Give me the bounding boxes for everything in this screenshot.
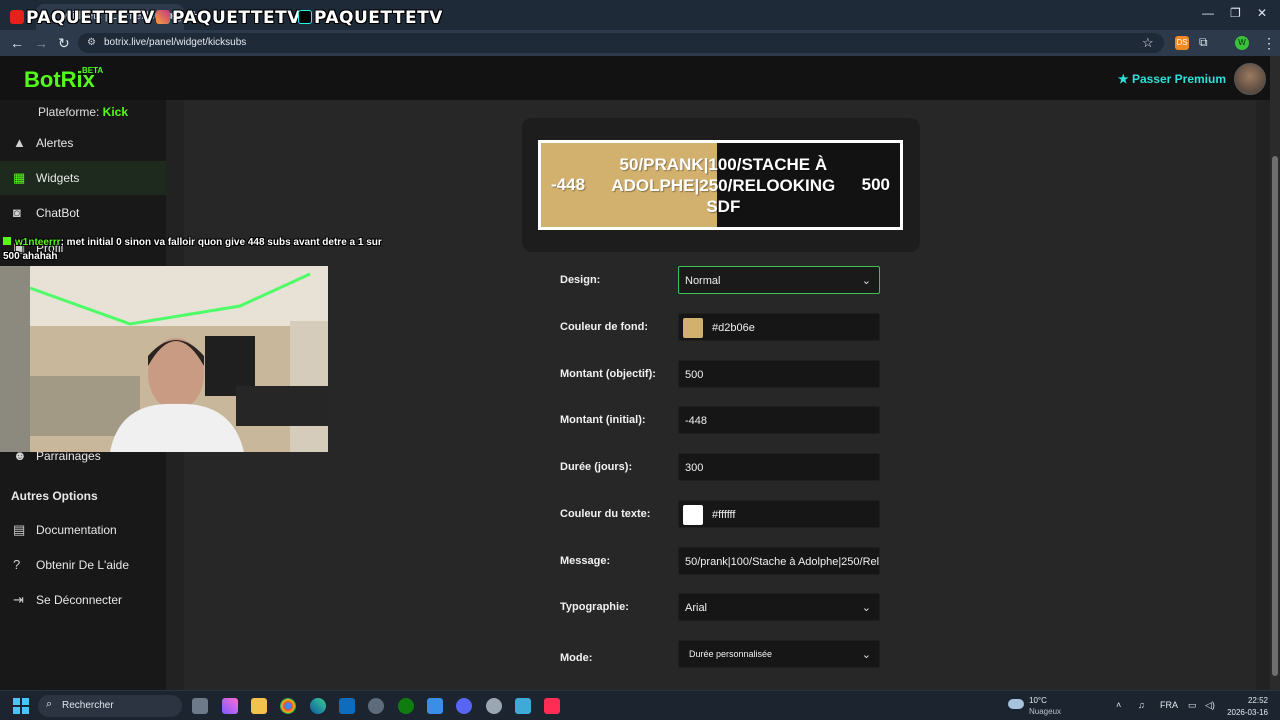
url-text: botrix.live/panel/widget/kicksubs xyxy=(104,37,247,48)
message-input[interactable]: 50/prank|100/Stache à Adolphe|250/Rel xyxy=(678,547,880,575)
tiktok-app-icon[interactable] xyxy=(544,698,560,714)
beta-badge: BETA xyxy=(82,66,104,75)
notepad-icon[interactable] xyxy=(515,698,531,714)
design-select[interactable]: Normal ⌄ xyxy=(678,266,880,294)
back-icon[interactable]: ← xyxy=(10,35,24,51)
grid-icon: ▦ xyxy=(13,170,26,185)
close-window-icon[interactable]: ✕ xyxy=(1257,6,1267,20)
chevron-down-icon: ⌄ xyxy=(861,649,871,661)
cloud-icon xyxy=(1008,699,1024,709)
goal-label: Montant (objectif): xyxy=(560,368,656,380)
search-icon: ⌕ xyxy=(46,698,53,710)
store-icon[interactable] xyxy=(427,698,443,714)
typography-select[interactable]: Arial ⌄ xyxy=(678,593,880,621)
chat-message-overlay: w1nteerrr: met initial 0 sinon va falloi… xyxy=(3,237,382,262)
page-scrollbar[interactable] xyxy=(1270,56,1280,690)
section-title-autres-options: Autres Options xyxy=(11,489,98,503)
site-info-icon[interactable]: ⚙ xyxy=(87,37,96,48)
goal-input[interactable]: 500 xyxy=(678,360,880,388)
text-color-swatch[interactable] xyxy=(683,505,703,525)
microphone-icon[interactable]: ♫ xyxy=(1138,700,1145,710)
sidebar-item-documentation[interactable]: ▤ Documentation xyxy=(0,513,166,547)
stream-overlay-banner: PAQUETTETV xyxy=(298,8,443,28)
text-color-label: Couleur du texte: xyxy=(560,508,651,520)
sidebar-item-chatbot[interactable]: ◙ ChatBot xyxy=(0,196,166,230)
volume-icon[interactable]: ◁) xyxy=(1205,700,1215,711)
language-indicator[interactable]: FRA xyxy=(1160,700,1178,710)
book-icon: ▤ xyxy=(13,522,26,537)
webcam-feed xyxy=(0,266,328,452)
bookmark-star-icon[interactable]: ☆ xyxy=(1142,35,1154,51)
warning-icon: ▲ xyxy=(13,135,26,150)
extension-icon[interactable]: DS xyxy=(1175,36,1189,50)
star-icon: ★ xyxy=(1117,72,1132,86)
duration-input[interactable]: 300 xyxy=(678,453,880,481)
settings-icon[interactable] xyxy=(368,698,384,714)
mode-label: Mode: xyxy=(560,652,593,664)
minimize-icon[interactable]: — xyxy=(1202,6,1214,20)
youtube-icon xyxy=(10,10,24,24)
help-icon: ? xyxy=(13,557,21,572)
sidebar-item-alertes[interactable]: ▲ Alertes xyxy=(0,126,166,160)
taskbar-search[interactable]: ⌕ Rechercher xyxy=(38,695,182,717)
webcam-overlay xyxy=(0,266,328,452)
copilot-icon[interactable] xyxy=(222,698,238,714)
progress-message: 50/PRANK|100/STACHE À ADOLPHE|250/RELOOK… xyxy=(611,154,836,216)
initial-label: Montant (initial): xyxy=(560,414,646,426)
message-label: Message: xyxy=(560,555,611,567)
mail-icon[interactable] xyxy=(339,698,355,714)
obs-icon[interactable] xyxy=(486,698,502,714)
mode-select[interactable]: Durée personnalisée ⌄ xyxy=(678,640,880,668)
progress-current: -448 xyxy=(551,175,586,194)
user-avatar[interactable] xyxy=(1234,63,1266,95)
taskbar-clock[interactable]: 22:52 2026-03-16 xyxy=(1227,695,1268,719)
browser-tabbar: Widgets | Le meilleur logiciel p... × + … xyxy=(0,0,1280,30)
forward-icon[interactable]: → xyxy=(34,35,48,51)
typography-label: Typographie: xyxy=(560,601,629,613)
bg-color-swatch[interactable] xyxy=(683,318,703,338)
menu-kebab-icon[interactable]: ⋮ xyxy=(1262,35,1276,52)
sidebar-item-widgets[interactable]: ▦ Widgets xyxy=(0,161,166,195)
robot-icon: ◙ xyxy=(13,205,21,220)
logout-icon: ⇥ xyxy=(13,592,24,607)
text-color-field[interactable]: #ffffff xyxy=(678,500,880,528)
instagram-icon xyxy=(156,10,170,24)
chrome-icon[interactable] xyxy=(280,698,296,714)
edge-icon[interactable] xyxy=(310,698,326,714)
reload-icon[interactable]: ↻ xyxy=(58,35,70,52)
sidebar-item-aide[interactable]: ? Obtenir De L'aide xyxy=(0,548,166,582)
network-icon[interactable]: ▭ xyxy=(1188,700,1197,711)
windows-start-icon[interactable] xyxy=(13,698,29,714)
design-label: Design: xyxy=(560,274,601,286)
xbox-icon[interactable] xyxy=(398,698,414,714)
browser-toolbar: ← → ↻ ⚙ botrix.live/panel/widget/kicksub… xyxy=(0,30,1280,56)
chevron-down-icon: ⌄ xyxy=(861,275,871,287)
duration-label: Durée (jours): xyxy=(560,461,633,473)
premium-link[interactable]: ★ Passer Premium xyxy=(1118,72,1226,86)
tiktok-icon xyxy=(298,10,312,24)
file-explorer-icon[interactable] xyxy=(251,698,267,714)
maximize-icon[interactable]: ❐ xyxy=(1230,6,1241,20)
scrollbar-thumb[interactable] xyxy=(1272,156,1278,676)
kick-badge-icon xyxy=(3,237,11,245)
task-view-icon[interactable] xyxy=(192,698,208,714)
windows-taskbar: ⌕ Rechercher 10°C Nuageux ˄ ♫ FRA ▭ ◁) 2… xyxy=(0,690,1280,720)
profile-icon[interactable]: W xyxy=(1235,36,1249,50)
tray-chevron-icon[interactable]: ˄ xyxy=(1116,700,1121,710)
chevron-down-icon: ⌄ xyxy=(861,602,871,614)
app-header: BotRix BETA ★ Passer Premium xyxy=(0,56,1280,100)
discord-icon[interactable] xyxy=(456,698,472,714)
weather-widget[interactable]: 10°C Nuageux xyxy=(1008,695,1061,717)
sidebar-item-deconnecter[interactable]: ⇥ Se Déconnecter xyxy=(0,583,166,617)
subgoal-progress-bar: -448 50/PRANK|100/STACHE À ADOLPHE|250/R… xyxy=(538,140,903,230)
bg-color-label: Couleur de fond: xyxy=(560,321,648,333)
extensions-puzzle-icon[interactable]: ⧉ xyxy=(1199,35,1208,50)
stream-overlay-banner: PAQUETTETV xyxy=(10,8,155,28)
bg-color-field[interactable]: #d2b06e xyxy=(678,313,880,341)
stream-overlay-banner: PAQUETTETV xyxy=(156,8,301,28)
initial-input[interactable]: -448 xyxy=(678,406,880,434)
address-bar[interactable]: ⚙ botrix.live/panel/widget/kicksubs xyxy=(78,33,1164,53)
progress-goal: 500 xyxy=(861,175,890,194)
platform-indicator: Plateforme: Kick xyxy=(37,105,129,119)
